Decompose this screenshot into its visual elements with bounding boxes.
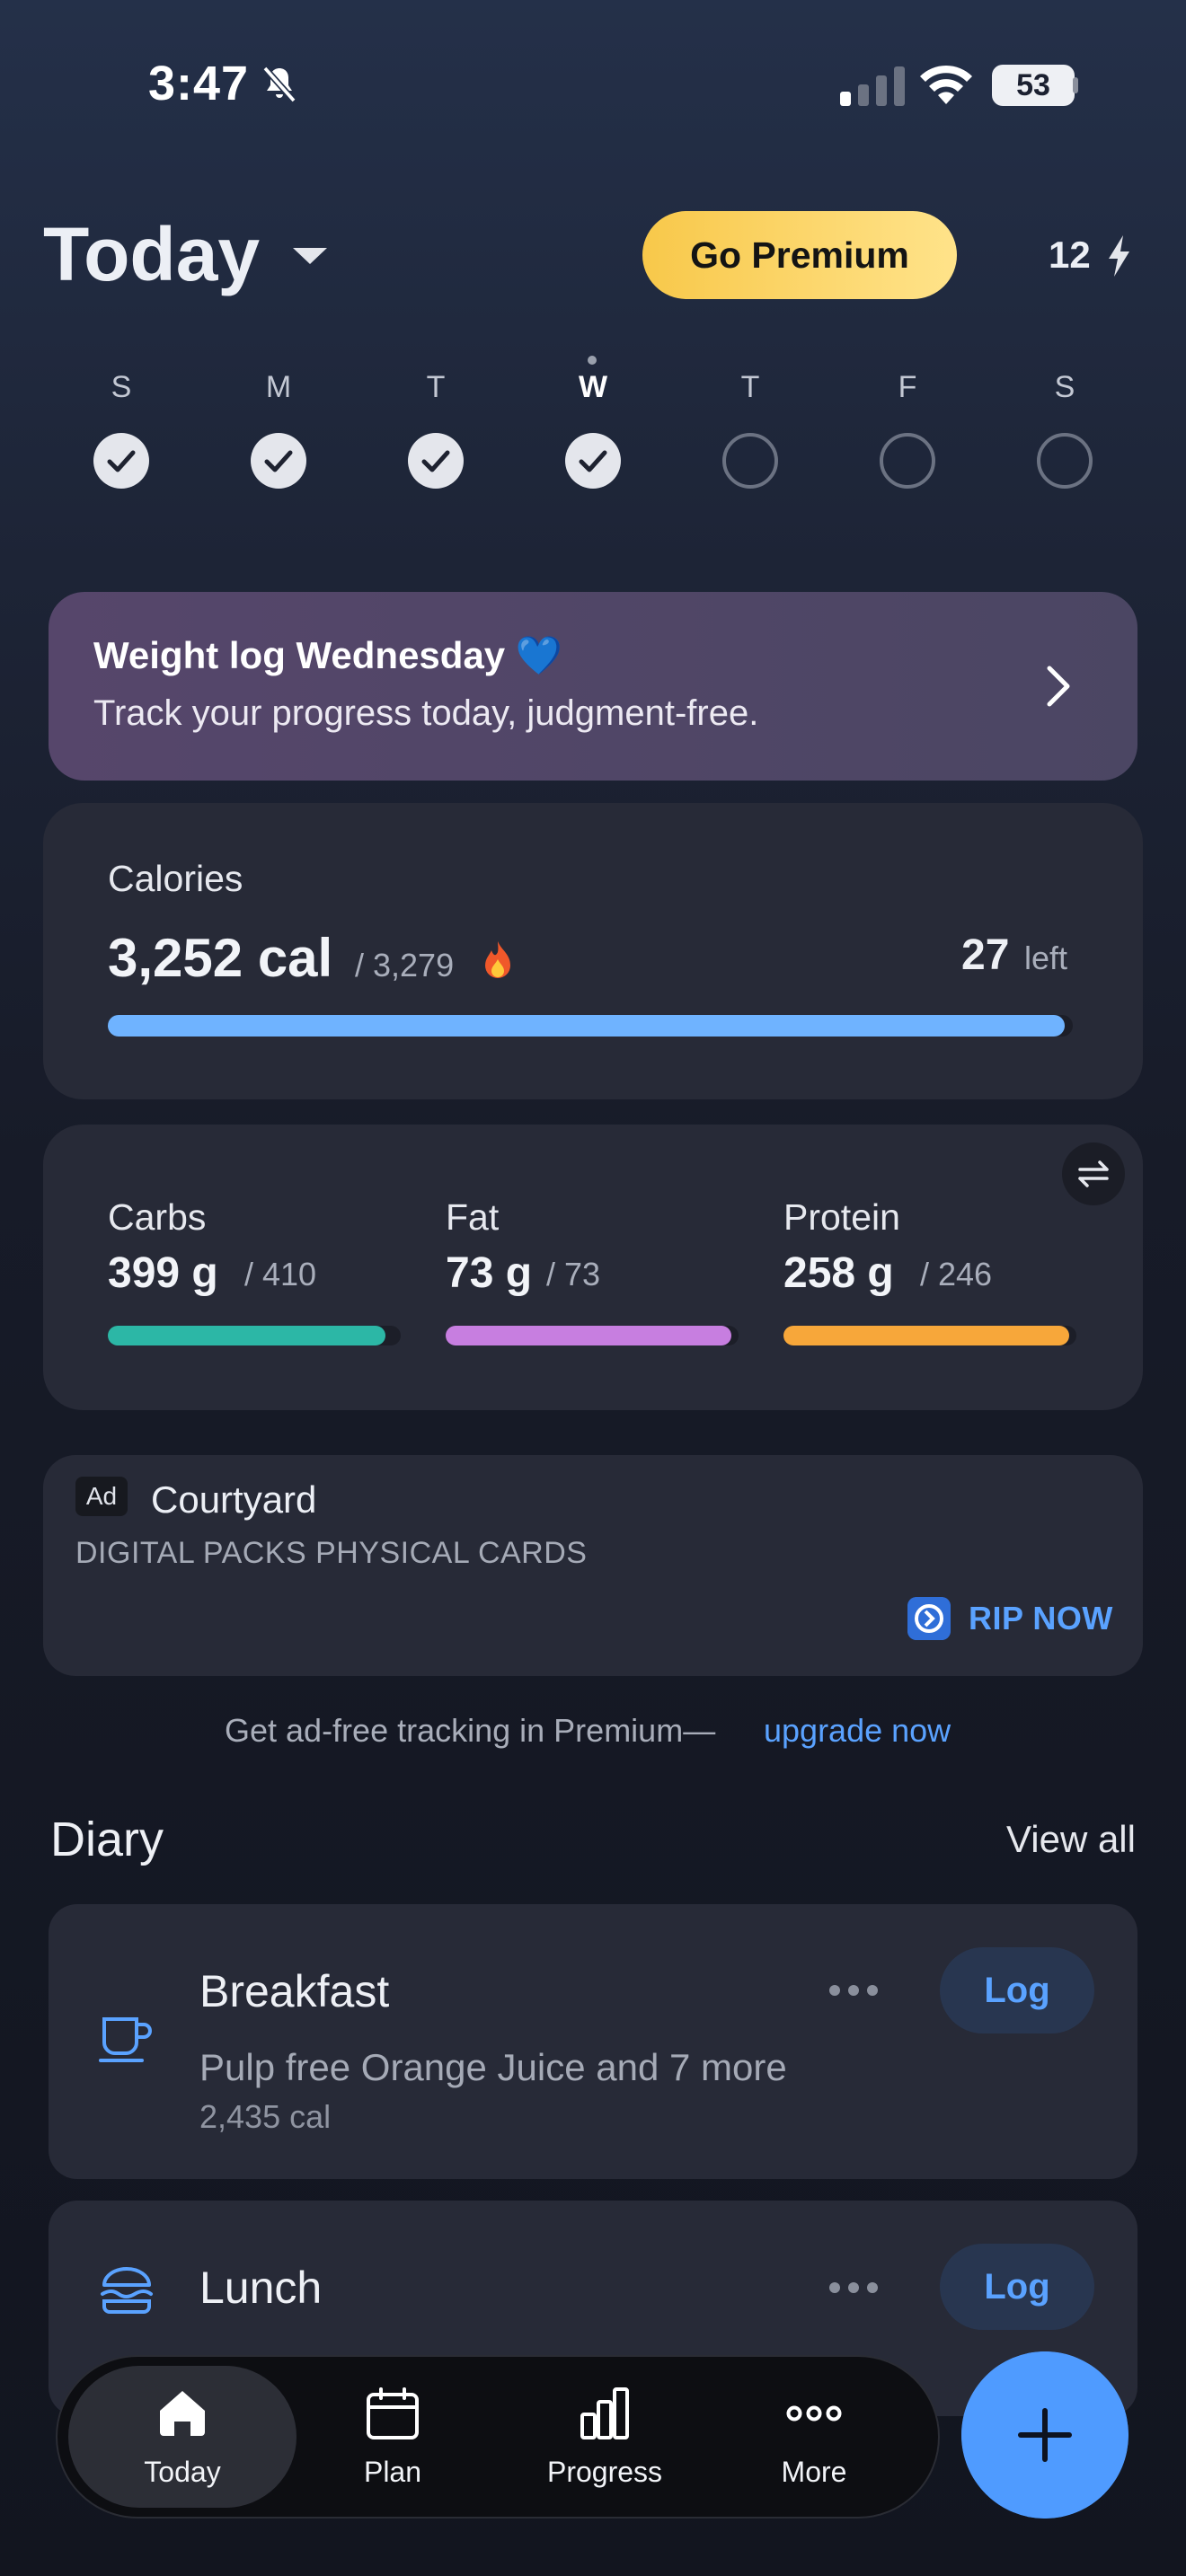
day-label: S	[111, 370, 132, 404]
macro-progress-fill	[446, 1326, 731, 1345]
nav-label: Progress	[546, 2456, 663, 2488]
calendar-icon	[367, 2387, 419, 2439]
nav-item-progress[interactable]: Progress	[515, 2386, 695, 2489]
macro-value: 73 g	[446, 1249, 533, 1297]
advertiser-logo-icon	[907, 1597, 951, 1640]
battery-indicator: 53	[992, 65, 1075, 106]
day-complete-indicator[interactable]	[408, 433, 464, 489]
day-label: W	[578, 370, 608, 404]
nav-item-more[interactable]: More	[724, 2386, 904, 2489]
meal-items-summary: Pulp free Orange Juice and 7 more	[199, 2046, 787, 2088]
day-incomplete-indicator[interactable]	[880, 433, 935, 489]
day-column[interactable]: T	[395, 370, 476, 405]
day-label: T	[426, 370, 446, 404]
macro-goal: / 246	[920, 1256, 993, 1292]
day-label: M	[265, 370, 292, 404]
weight-log-banner[interactable]	[49, 592, 1137, 781]
nav-label: Today	[144, 2456, 221, 2488]
fire-icon	[485, 941, 510, 978]
day-column[interactable]: S	[1024, 370, 1105, 405]
home-icon	[160, 2391, 205, 2436]
bar-chart-icon	[580, 2387, 629, 2439]
nav-label: More	[781, 2456, 847, 2488]
day-incomplete-indicator[interactable]	[1037, 433, 1093, 489]
macro-progress-fill	[108, 1326, 385, 1345]
calories-left-label: left	[1024, 940, 1068, 976]
day-column[interactable]: S	[81, 370, 162, 405]
day-incomplete-indicator[interactable]	[722, 433, 778, 489]
meal-name: Lunch	[199, 2263, 323, 2313]
calories-goal: / 3,279	[355, 947, 455, 984]
calories-left-value: 27	[961, 931, 1010, 979]
nav-label: Plan	[363, 2456, 422, 2488]
day-complete-indicator[interactable]	[93, 433, 149, 489]
calories-consumed: 3,252 cal	[108, 928, 333, 988]
upsell-text: Get ad-free tracking in Premium—	[225, 1712, 716, 1749]
day-column[interactable]: M	[238, 370, 319, 405]
coffee-cup-icon	[99, 2017, 152, 2062]
wifi-icon	[920, 65, 972, 104]
day-label: F	[898, 370, 917, 404]
banner-subtitle: Track your progress today, judgment-free…	[93, 693, 759, 733]
banner-title: Weight log Wednesday 💙	[93, 634, 563, 676]
ad-advertiser[interactable]: Courtyard	[151, 1478, 316, 1522]
macro-label: Carbs	[108, 1196, 207, 1238]
more-options-icon[interactable]	[828, 1984, 879, 1997]
log-breakfast-button[interactable]: Log	[940, 1947, 1094, 2033]
add-button[interactable]	[961, 2351, 1128, 2519]
checkmark-icon	[107, 450, 136, 472]
day-complete-indicator[interactable]	[251, 433, 306, 489]
nav-item-plan[interactable]: Plan	[303, 2386, 482, 2489]
ad-description: DIGITAL PACKS PHYSICAL CARDS	[75, 1536, 588, 1570]
day-column[interactable]: F	[867, 370, 948, 405]
battery-cap	[1073, 77, 1078, 93]
go-premium-button[interactable]: Go Premium	[642, 211, 957, 299]
macro-value: 399 g	[108, 1249, 218, 1297]
day-label: T	[740, 370, 760, 404]
diary-title: Diary	[50, 1813, 164, 1866]
view-all-link[interactable]: View all	[1006, 1818, 1136, 1861]
meal-name: Breakfast	[199, 1966, 390, 2016]
macro-goal: / 73	[546, 1256, 601, 1292]
cellular-signal-icon	[840, 66, 905, 106]
day-complete-indicator[interactable]	[565, 433, 621, 489]
status-time: 3:47	[148, 57, 250, 110]
page-title[interactable]: Today	[43, 211, 260, 298]
day-column[interactable]: T	[710, 370, 791, 405]
macro-label: Protein	[783, 1196, 900, 1238]
ad-cta-button[interactable]: RIP NOW	[969, 1600, 1113, 1637]
meal-card-breakfast[interactable]	[49, 1904, 1137, 2179]
macro-progress-fill	[783, 1326, 1069, 1345]
calories-progress-fill	[108, 1015, 1065, 1037]
log-lunch-button[interactable]: Log	[940, 2244, 1094, 2330]
checkmark-icon	[421, 450, 450, 472]
streak-count[interactable]: 12	[1049, 234, 1091, 277]
upgrade-link[interactable]: upgrade now	[764, 1712, 951, 1750]
more-dots-icon	[786, 2405, 842, 2422]
bell-muted-icon	[262, 66, 296, 103]
checkmark-icon	[264, 450, 293, 472]
macro-goal: / 410	[244, 1256, 317, 1292]
macro-label: Fat	[446, 1196, 500, 1238]
more-options-icon[interactable]	[828, 2281, 879, 2294]
burger-icon	[101, 2267, 153, 2314]
today-indicator-dot	[588, 356, 597, 365]
chevron-down-icon[interactable]	[289, 243, 331, 269]
ad-tag: Ad	[75, 1477, 128, 1516]
chevron-right-icon[interactable]	[1045, 665, 1072, 708]
meal-calories: 2,435 cal	[199, 2098, 332, 2135]
checkmark-icon	[579, 450, 607, 472]
calories-label: Calories	[108, 858, 243, 899]
day-column[interactable]: W	[553, 370, 633, 405]
bolt-icon[interactable]	[1105, 235, 1132, 277]
swap-arrows-icon[interactable]	[1062, 1142, 1125, 1205]
day-label: S	[1054, 370, 1075, 404]
macro-value: 258 g	[783, 1249, 894, 1297]
nav-item-today[interactable]: Today	[93, 2386, 272, 2489]
